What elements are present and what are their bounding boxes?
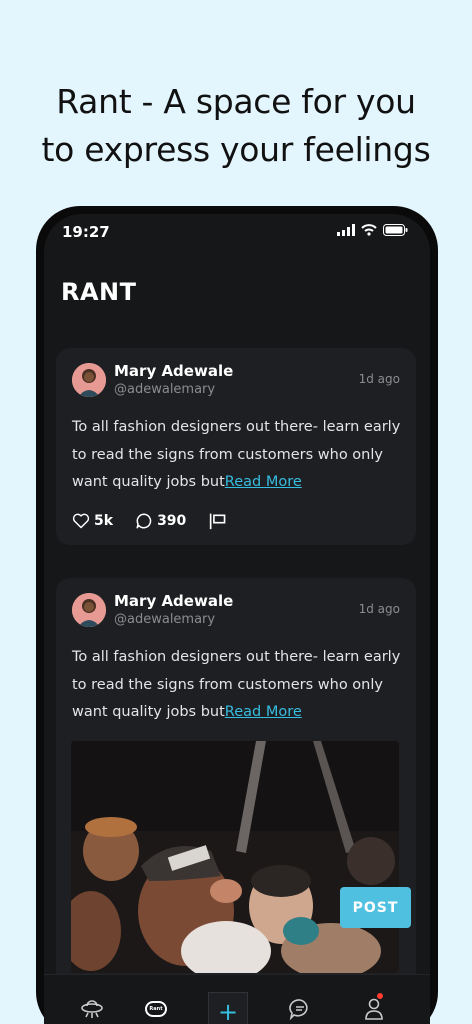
post-card[interactable]: Mary Adewale @adewalemary 1d ago To all … (56, 578, 416, 1024)
author-handle: @adewalemary (114, 612, 216, 627)
signal-icon (337, 224, 355, 236)
post-button[interactable]: POST (340, 887, 411, 928)
read-more-link[interactable]: Read More (225, 474, 302, 490)
ufo-icon (81, 1000, 103, 1018)
tab-explore[interactable] (72, 989, 112, 1024)
app-title: RANT (61, 278, 137, 306)
avatar[interactable] (72, 363, 106, 397)
comment-button[interactable]: 390 (135, 512, 186, 530)
notification-dot (377, 993, 383, 999)
post-text: To all fashion designers out there- lear… (72, 644, 408, 727)
tab-messages[interactable] (280, 989, 320, 1024)
read-more-link[interactable]: Read More (225, 704, 302, 720)
battery-icon (383, 224, 408, 236)
post-timestamp: 1d ago (358, 602, 400, 616)
app-screen: 19:27 RANT Mary Adewale @adewalemary 1d … (44, 214, 430, 1024)
tab-rant[interactable]: Rant (136, 989, 176, 1024)
wifi-icon (361, 224, 377, 236)
flag-icon (210, 513, 226, 530)
create-button[interactable]: + (208, 992, 248, 1024)
author-name[interactable]: Mary Adewale (114, 362, 233, 380)
rant-tab-label: Rant (149, 1006, 163, 1012)
comment-count: 390 (157, 513, 187, 529)
rant-icon: Rant (145, 1001, 167, 1017)
profile-icon (365, 998, 383, 1020)
post-actions: 5k 390 (72, 512, 250, 530)
post-image[interactable] (71, 741, 399, 973)
plus-icon: + (217, 998, 239, 1024)
post-card[interactable]: Mary Adewale @adewalemary 1d ago To all … (56, 348, 416, 545)
post-timestamp: 1d ago (358, 372, 400, 386)
flag-button[interactable] (208, 512, 228, 530)
headline-line-1: Rant - A space for you (56, 82, 416, 121)
author-name[interactable]: Mary Adewale (114, 592, 233, 610)
marketing-headline: Rant - A space for you to express your f… (0, 78, 472, 174)
status-bar: 19:27 (44, 214, 430, 250)
heart-icon (72, 513, 90, 529)
status-time: 19:27 (62, 223, 110, 241)
status-icons (337, 224, 408, 236)
headline-line-2: to express your feelings (41, 130, 431, 169)
like-count: 5k (94, 513, 114, 529)
chat-icon (289, 999, 308, 1020)
like-button[interactable]: 5k (72, 513, 113, 529)
tab-profile[interactable] (354, 989, 394, 1024)
bottom-tab-bar: Rant + (44, 974, 430, 1024)
avatar[interactable] (72, 593, 106, 627)
author-handle: @adewalemary (114, 382, 216, 397)
post-text: To all fashion designers out there- lear… (72, 414, 408, 497)
comment-icon (136, 513, 152, 529)
